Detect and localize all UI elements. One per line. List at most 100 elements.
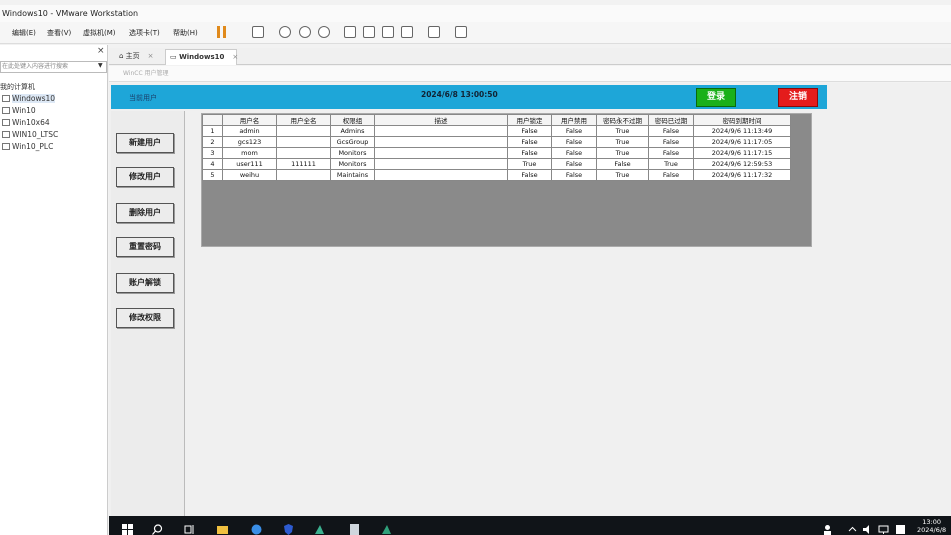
column-header-locked[interactable]: 用户锁定 <box>507 114 552 126</box>
close-library-icon[interactable]: × <box>97 46 105 56</box>
table-cell[interactable]: False <box>648 169 694 181</box>
table-cell[interactable]: gcs123 <box>222 136 277 148</box>
close-icon[interactable]: × <box>148 52 154 60</box>
revert-snapshot-icon[interactable] <box>299 26 311 38</box>
table-cell[interactable]: False <box>551 158 597 170</box>
table-cell[interactable]: Monitors <box>330 147 375 159</box>
table-cell[interactable]: False <box>507 136 552 148</box>
column-header-disabled[interactable]: 用户禁用 <box>551 114 597 126</box>
library-item-win10-plc[interactable]: Win10_PLC <box>2 142 53 151</box>
user-tray-icon[interactable] <box>822 520 833 535</box>
table-row[interactable]: 2 gcs123 GcsGroup False False True False 2024/9… <box>202 136 791 148</box>
close-icon[interactable]: × <box>232 53 238 61</box>
start-icon[interactable] <box>122 520 133 535</box>
table-cell[interactable]: False <box>648 136 694 148</box>
table-cell[interactable]: True <box>596 136 649 148</box>
row-index-cell[interactable]: 4 <box>202 158 223 170</box>
snapshot-manager-icon[interactable] <box>318 26 330 38</box>
task-view-icon[interactable] <box>184 520 195 534</box>
library-item-win10x64[interactable]: Win10x64 <box>2 118 50 127</box>
table-cell[interactable]: Admins <box>330 125 375 137</box>
file-explorer-icon[interactable] <box>217 520 228 534</box>
new-user-button[interactable]: 新建用户 <box>116 133 174 153</box>
table-cell[interactable] <box>276 136 331 148</box>
table-row[interactable]: 4 user111 111111 Monitors True False False True… <box>202 158 791 170</box>
system-clock[interactable]: 13:00 2024/6/8 <box>917 518 946 534</box>
table-cell[interactable]: False <box>648 147 694 159</box>
table-cell[interactable]: Maintains <box>330 169 375 181</box>
row-index-cell[interactable]: 2 <box>202 136 223 148</box>
table-cell[interactable]: False <box>507 169 552 181</box>
row-index-cell[interactable]: 3 <box>202 147 223 159</box>
logout-button[interactable]: 注销 <box>778 88 818 107</box>
menu-edit[interactable]: 编辑(E) <box>12 28 36 38</box>
table-cell[interactable]: False <box>551 147 597 159</box>
table-cell[interactable]: True <box>507 158 552 170</box>
table-cell[interactable]: True <box>596 125 649 137</box>
table-cell[interactable]: False <box>507 147 552 159</box>
library-search-input[interactable]: 在此处键入内容进行搜索 <box>0 61 107 73</box>
column-header-never-expires[interactable]: 密码永不过期 <box>596 114 649 126</box>
menu-tabs[interactable]: 选项卡(T) <box>129 28 160 38</box>
modify-permissions-button[interactable]: 修改权限 <box>116 308 174 328</box>
app-window-icon[interactable] <box>349 520 360 535</box>
column-header-fullname[interactable]: 用户全名 <box>276 114 331 126</box>
browser-icon[interactable] <box>251 520 262 535</box>
table-cell[interactable]: mom <box>222 147 277 159</box>
library-item-win10[interactable]: Win10 <box>2 106 36 115</box>
table-cell[interactable]: False <box>596 158 649 170</box>
wincc-icon[interactable] <box>381 520 392 534</box>
fullscreen-icon[interactable] <box>382 26 394 38</box>
table-cell[interactable] <box>374 147 508 159</box>
table-cell[interactable] <box>374 125 508 137</box>
unity-icon[interactable] <box>401 26 413 38</box>
network-icon[interactable] <box>878 520 889 534</box>
column-header-group[interactable]: 权限组 <box>330 114 375 126</box>
table-cell[interactable]: 2024/9/6 11:17:15 <box>693 147 791 159</box>
chevron-down-icon[interactable]: ▼ <box>98 62 103 69</box>
library-root[interactable]: 我的计算机 <box>0 82 35 92</box>
table-cell[interactable] <box>276 125 331 137</box>
table-cell[interactable] <box>374 169 508 181</box>
row-index-cell[interactable]: 5 <box>202 169 223 181</box>
modify-user-button[interactable]: 修改用户 <box>116 167 174 187</box>
table-cell[interactable]: admin <box>222 125 277 137</box>
login-button[interactable]: 登录 <box>696 88 736 107</box>
table-cell[interactable] <box>276 169 331 181</box>
table-cell[interactable] <box>374 158 508 170</box>
table-cell[interactable]: False <box>507 125 552 137</box>
guest-screen[interactable]: 当前用户 2024/6/8 13:00:50 登录 注销 新建用户 修改用户 删… <box>109 83 951 516</box>
tab-home[interactable]: ⌂ 主页 × <box>115 49 154 65</box>
table-cell[interactable]: False <box>551 136 597 148</box>
table-cell[interactable]: True <box>648 158 694 170</box>
table-cell[interactable]: GcsGroup <box>330 136 375 148</box>
console-view-icon[interactable] <box>428 26 440 38</box>
table-cell[interactable]: False <box>551 169 597 181</box>
shield-app-icon[interactable] <box>283 520 294 535</box>
table-cell[interactable]: 2024/9/6 12:59:53 <box>693 158 791 170</box>
table-cell[interactable] <box>276 147 331 159</box>
table-cell[interactable]: True <box>596 169 649 181</box>
table-cell[interactable]: 2024/9/6 11:13:49 <box>693 125 791 137</box>
show-library-icon[interactable] <box>344 26 356 38</box>
library-item-windows10[interactable]: Windows10 <box>2 94 56 103</box>
pause-icon[interactable] <box>216 26 228 38</box>
snapshot-icon[interactable] <box>279 26 291 38</box>
volume-icon[interactable] <box>862 520 873 534</box>
thumbnail-bar-icon[interactable] <box>363 26 375 38</box>
row-index-cell[interactable]: 1 <box>202 125 223 137</box>
table-cell[interactable]: 2024/9/6 11:17:05 <box>693 136 791 148</box>
column-header-expiry-time[interactable]: 密码到期时间 <box>693 114 791 126</box>
ime-icon[interactable] <box>895 520 906 534</box>
table-cell[interactable] <box>374 136 508 148</box>
table-cell[interactable]: weihu <box>222 169 277 181</box>
table-cell[interactable]: True <box>596 147 649 159</box>
search-icon[interactable] <box>152 520 163 535</box>
table-cell[interactable]: 111111 <box>276 158 331 170</box>
table-cell[interactable]: user111 <box>222 158 277 170</box>
column-header-username[interactable]: 用户名 <box>222 114 277 126</box>
tab-windows10[interactable]: ▭ Windows10 × <box>165 49 238 65</box>
menu-vm[interactable]: 虚拟机(M) <box>83 28 116 38</box>
table-cell[interactable]: False <box>648 125 694 137</box>
reset-password-button[interactable]: 重置密码 <box>116 237 174 257</box>
